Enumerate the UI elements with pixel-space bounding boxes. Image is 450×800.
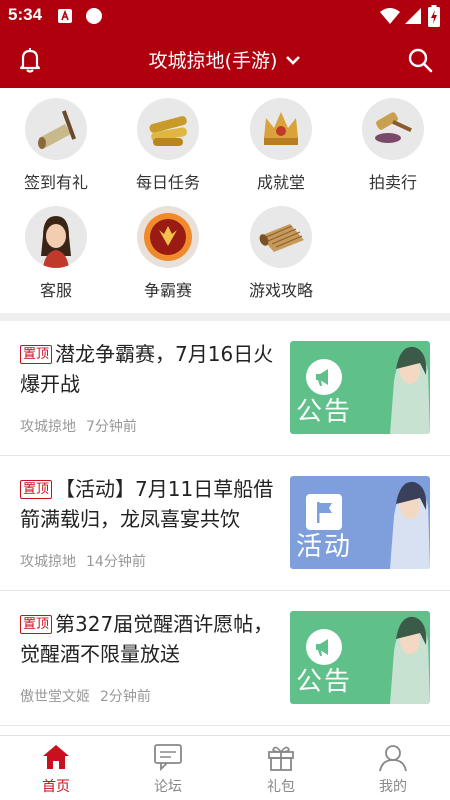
search-icon[interactable] xyxy=(404,44,436,76)
quick-item-auction[interactable]: 拍卖行 xyxy=(337,98,449,193)
article-title: 第327届觉醒酒许愿帖，觉醒酒不限量放送 xyxy=(20,612,274,666)
article-author: 攻城掠地 xyxy=(20,554,76,570)
app-header: 攻城掠地(手游) xyxy=(0,32,450,88)
tab-label: 礼包 xyxy=(267,779,295,795)
quick-item-label: 每日任务 xyxy=(135,173,200,192)
article-time: 7分钟前 xyxy=(86,419,137,435)
page-title: 攻城掠地(手游) xyxy=(148,50,278,72)
article-title-block: 置顶 【活动】7月11日草船借箭满载归，龙凤喜宴共饮 xyxy=(20,474,276,534)
pinned-badge: 置顶 xyxy=(20,615,53,634)
game-selector[interactable]: 攻城掠地(手游) xyxy=(0,46,450,73)
quick-item-guide[interactable]: 游戏攻略 xyxy=(225,206,337,301)
notification-a-icon xyxy=(58,9,72,23)
article-title: 【活动】7月11日草船借箭满载归，龙凤喜宴共饮 xyxy=(20,477,274,531)
thumbnail-label: 公告 xyxy=(296,397,353,427)
home-icon xyxy=(43,745,69,769)
status-bar: 5:34 xyxy=(0,0,450,32)
pinned-badge: 置顶 xyxy=(20,345,53,364)
crown-icon xyxy=(250,98,312,160)
quick-menu: 签到有礼 每日任务 成就堂 拍卖行 客服 争霸赛 游戏攻略 xyxy=(0,88,450,313)
quick-item-label: 游戏攻略 xyxy=(248,281,313,300)
article-item[interactable]: 置顶 【活动】7月11日草船借箭满载归，龙凤喜宴共饮 攻城掠地 14分钟前 活动 xyxy=(0,456,450,591)
article-feed: 置顶 潜龙争霸赛，7月16日火爆开战 攻城掠地 7分钟前 公告 置顶 【活动】7月11… xyxy=(0,321,450,726)
auction-hammer-icon xyxy=(362,98,424,160)
quick-item-checkin[interactable]: 签到有礼 xyxy=(0,98,112,193)
tab-home[interactable]: 首页 xyxy=(0,736,112,800)
quick-item-label: 争霸赛 xyxy=(143,281,192,300)
service-avatar-icon xyxy=(25,206,87,268)
article-title-block: 置顶 潜龙争霸赛，7月16日火爆开战 xyxy=(20,339,276,399)
quick-item-achievement[interactable]: 成就堂 xyxy=(225,98,337,193)
quick-item-label: 拍卖行 xyxy=(368,173,417,192)
article-meta: 攻城掠地 14分钟前 xyxy=(20,551,146,571)
article-title: 潜龙争霸赛，7月16日火爆开战 xyxy=(20,342,274,396)
megaphone-icon xyxy=(306,359,342,395)
quick-item-tournament[interactable]: 争霸赛 xyxy=(112,206,224,301)
chevron-down-icon xyxy=(286,55,301,65)
article-title-block: 置顶 第327届觉醒酒许愿帖，觉醒酒不限量放送 xyxy=(20,609,276,669)
article-meta: 傲世堂文姬 2分钟前 xyxy=(20,686,151,706)
quick-item-label: 成就堂 xyxy=(256,173,305,192)
wifi-icon xyxy=(380,8,400,24)
article-thumbnail: 活动 xyxy=(290,476,430,569)
scroll-icon xyxy=(25,98,87,160)
quick-item-label: 签到有礼 xyxy=(23,173,88,192)
tab-profile[interactable]: 我的 xyxy=(337,736,449,800)
quick-item-service[interactable]: 客服 xyxy=(0,206,112,301)
thumbnail-label: 活动 xyxy=(296,532,353,562)
article-author: 攻城掠地 xyxy=(20,419,76,435)
battery-icon xyxy=(428,5,440,27)
quick-item-daily-task[interactable]: 每日任务 xyxy=(112,98,224,193)
profile-icon xyxy=(379,745,407,772)
flag-icon xyxy=(306,494,342,530)
gift-icon xyxy=(268,746,294,771)
article-thumbnail: 公告 xyxy=(290,341,430,434)
article-time: 2分钟前 xyxy=(100,689,151,705)
article-meta: 攻城掠地 7分钟前 xyxy=(20,416,137,436)
notification-dot-icon xyxy=(86,8,102,24)
article-item[interactable]: 置顶 第327届觉醒酒许愿帖，觉醒酒不限量放送 傲世堂文姬 2分钟前 公告 xyxy=(0,591,450,726)
bottom-nav: 首页 论坛 礼包 我的 xyxy=(0,735,450,800)
tab-forum[interactable]: 论坛 xyxy=(112,736,224,800)
megaphone-icon xyxy=(306,629,342,665)
dragon-emblem-icon xyxy=(137,206,199,268)
article-item[interactable]: 置顶 潜龙争霸赛，7月16日火爆开战 攻城掠地 7分钟前 公告 xyxy=(0,321,450,456)
gold-scrolls-icon xyxy=(137,98,199,160)
tab-gift[interactable]: 礼包 xyxy=(225,736,337,800)
bamboo-scroll-icon xyxy=(250,206,312,268)
article-thumbnail: 公告 xyxy=(290,611,430,704)
pinned-badge: 置顶 xyxy=(20,480,53,499)
tab-label: 我的 xyxy=(379,779,407,795)
section-divider xyxy=(0,313,450,321)
forum-icon xyxy=(154,744,182,772)
tab-label: 首页 xyxy=(42,779,70,795)
article-time: 14分钟前 xyxy=(86,554,146,570)
status-time: 5:34 xyxy=(8,5,43,24)
thumbnail-label: 公告 xyxy=(296,667,353,697)
quick-item-label: 客服 xyxy=(39,281,72,300)
signal-icon xyxy=(405,8,421,24)
tab-label: 论坛 xyxy=(154,779,182,795)
article-author: 傲世堂文姬 xyxy=(20,689,90,705)
